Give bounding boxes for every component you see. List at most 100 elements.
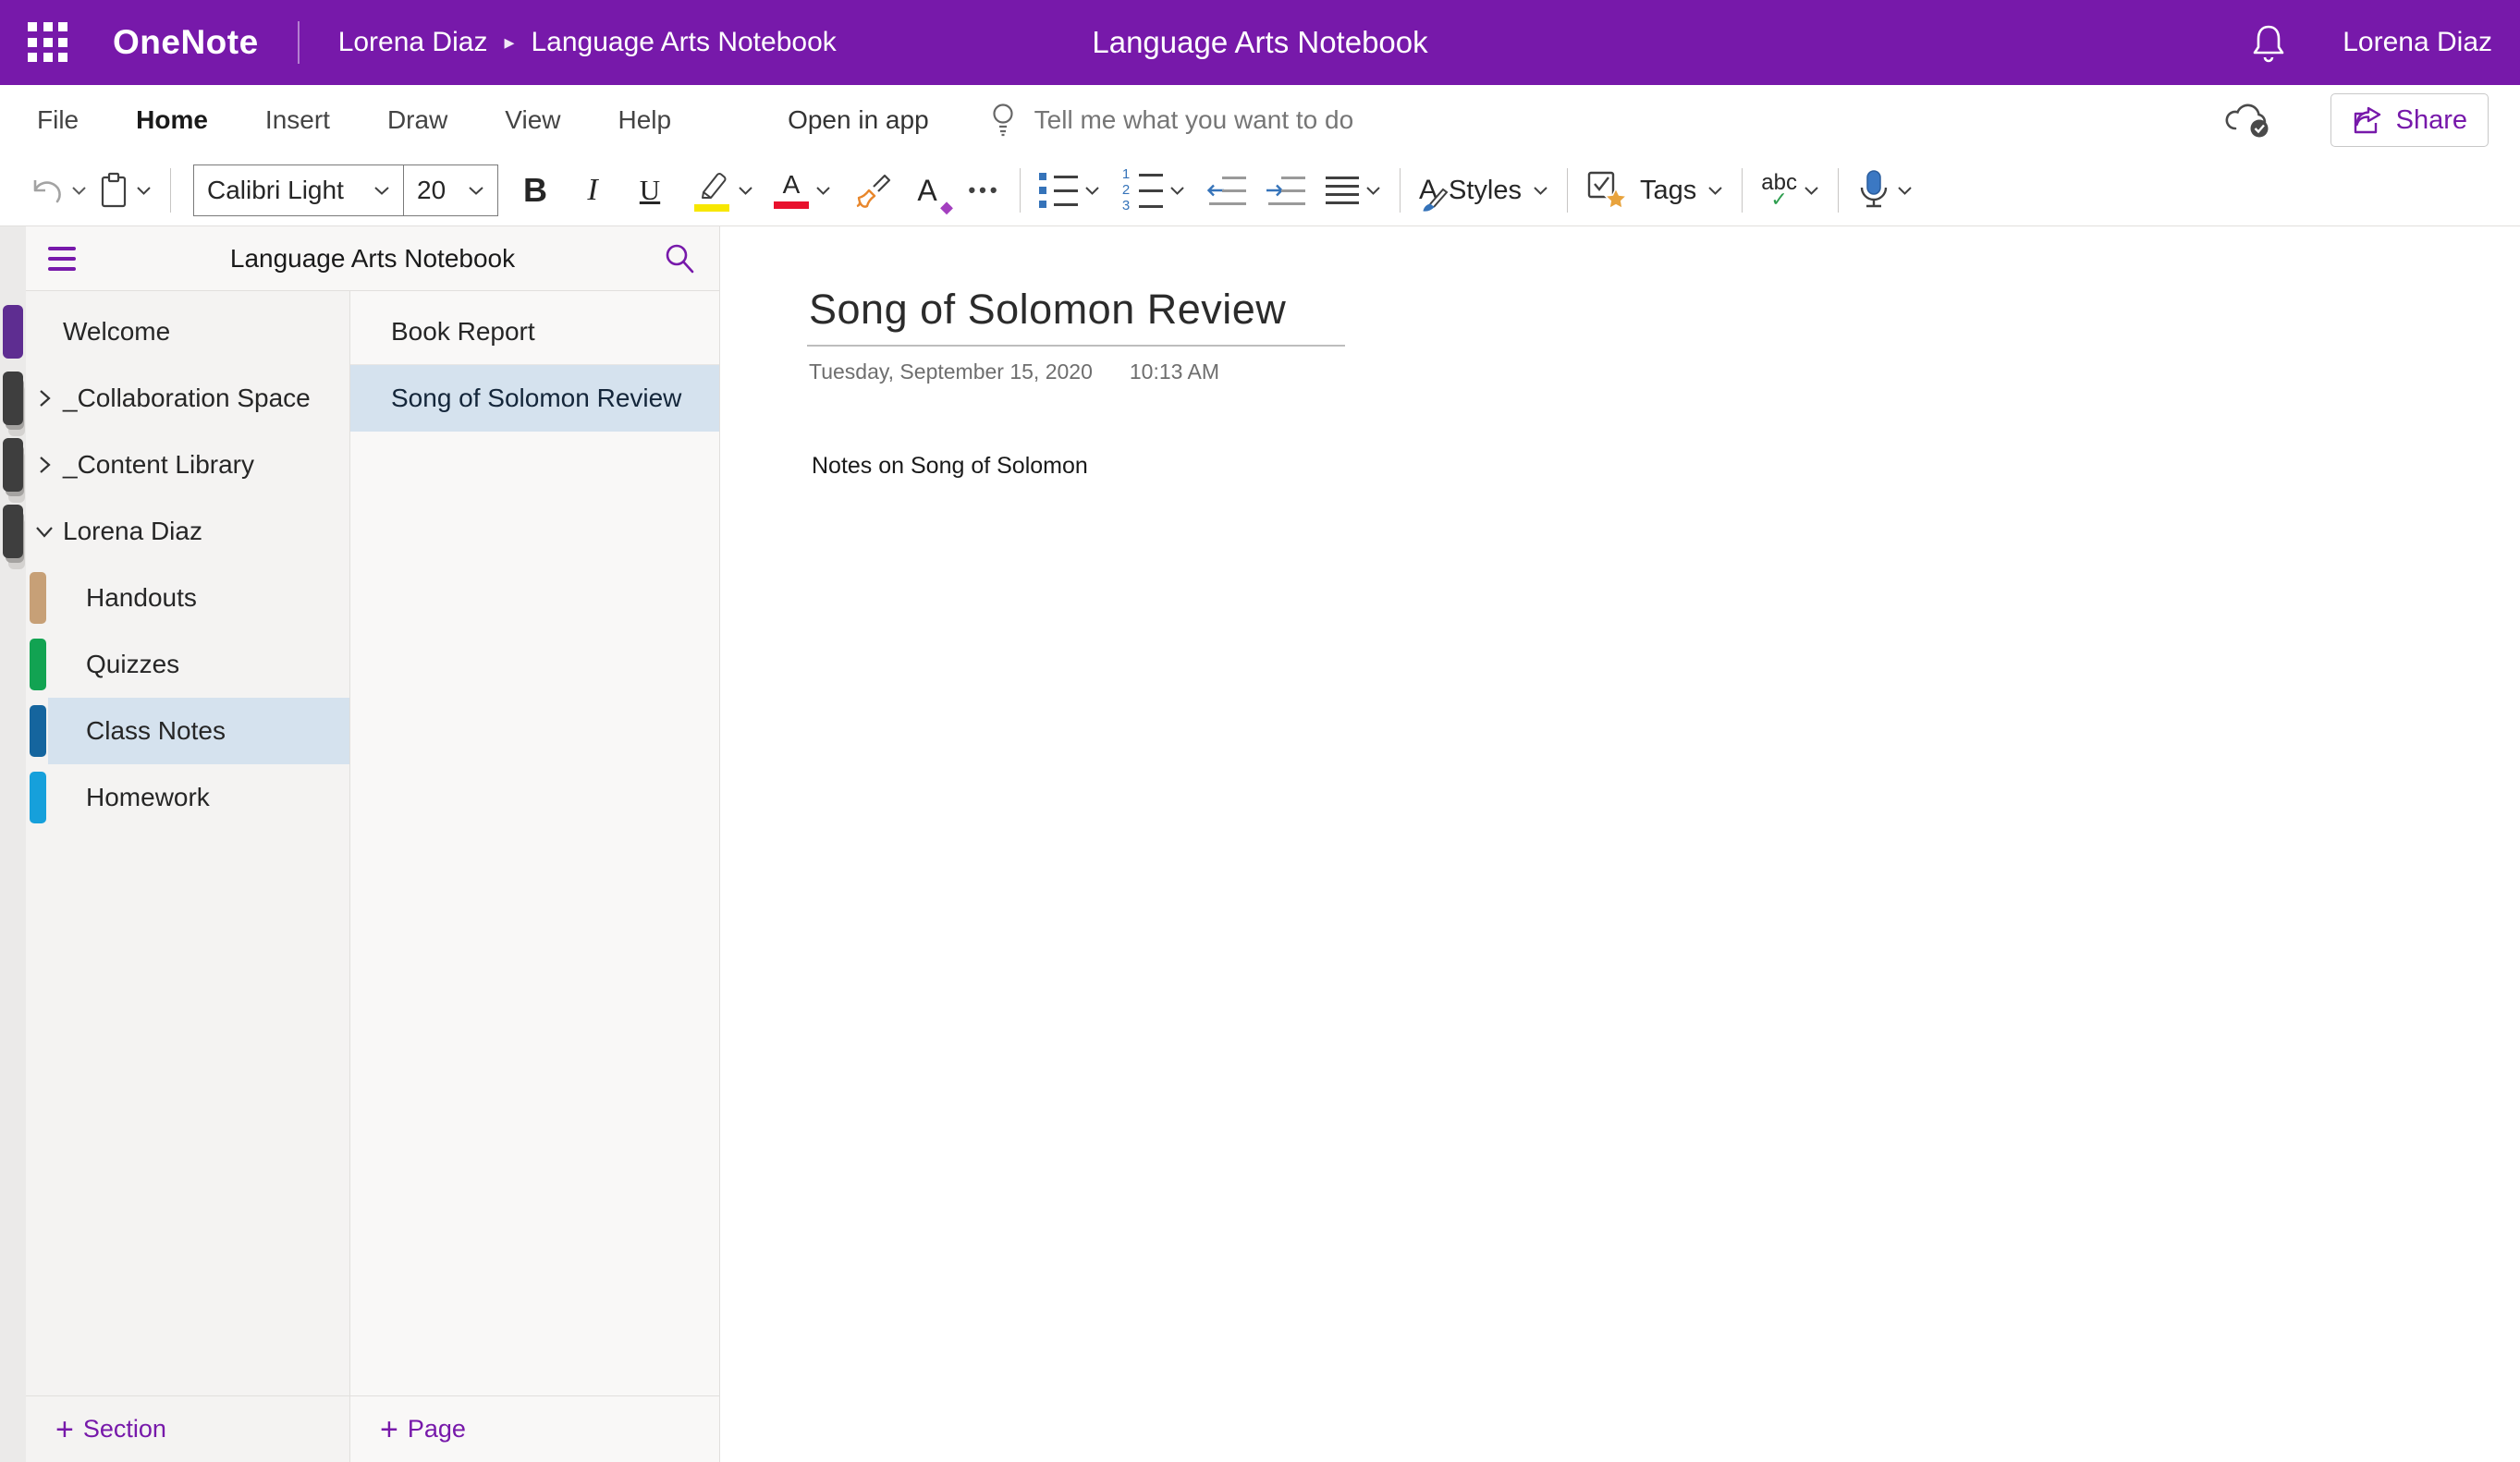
tags-button[interactable]: Tags — [1581, 162, 1729, 219]
tags-label: Tags — [1640, 176, 1696, 206]
menu-help[interactable]: Help — [618, 105, 671, 135]
highlighter-icon — [692, 170, 731, 212]
page-item-song-of-solomon-review[interactable]: Song of Solomon Review — [350, 365, 719, 432]
font-size-value: 20 — [417, 176, 446, 205]
section-item-quizzes[interactable]: Quizzes — [26, 631, 349, 698]
more-formatting-button[interactable]: ••• — [962, 162, 1007, 219]
spell-check-button[interactable]: abc ✓ — [1755, 162, 1825, 219]
page-body-text[interactable]: Notes on Song of Solomon — [807, 453, 2520, 480]
share-button[interactable]: Share — [2330, 93, 2489, 147]
alignment-chevron-icon[interactable] — [1365, 186, 1381, 196]
app-name[interactable]: OneNote — [113, 23, 259, 62]
notifications-bell-icon[interactable] — [2250, 22, 2287, 63]
highlighter-chevron-icon[interactable] — [738, 186, 753, 196]
breadcrumb-user[interactable]: Lorena Diaz — [338, 27, 488, 58]
page-title[interactable]: Song of Solomon Review — [807, 286, 1345, 347]
search-icon — [662, 241, 697, 276]
welcome-section-tab[interactable] — [3, 305, 23, 359]
add-page-button[interactable]: + Page — [350, 1395, 719, 1462]
section-group-collaboration-space[interactable]: _Collaboration Space — [26, 365, 349, 432]
tags-icon — [1586, 170, 1629, 211]
section-group-content-library[interactable]: _Content Library — [26, 432, 349, 498]
styles-label: Styles — [1449, 176, 1522, 206]
font-color-button[interactable]: A — [768, 162, 837, 219]
tell-me-search[interactable]: Tell me what you want to do — [988, 102, 1354, 139]
styles-chevron-icon[interactable] — [1533, 186, 1548, 196]
styles-button[interactable]: A Styles — [1413, 162, 1554, 219]
decrease-indent-button[interactable] — [1200, 162, 1252, 219]
share-label: Share — [2396, 105, 2467, 136]
italic-button[interactable]: I — [570, 162, 615, 219]
content-library-group-tab[interactable] — [3, 438, 23, 492]
font-color-bar — [774, 201, 809, 209]
toolbar-divider — [1400, 168, 1401, 213]
add-section-button[interactable]: + Section — [26, 1395, 349, 1462]
share-icon — [2352, 105, 2383, 135]
clear-formatting-diamond-icon: ◆ — [940, 198, 953, 217]
bold-glyph: B — [523, 171, 547, 210]
menu-home[interactable]: Home — [136, 105, 208, 135]
main-area: Language Arts Notebook Welcome — [0, 226, 2520, 1462]
undo-button[interactable] — [24, 162, 92, 219]
navigation-sidebar: Language Arts Notebook Welcome — [26, 226, 720, 1462]
spell-check-chevron-icon[interactable] — [1804, 186, 1819, 196]
pages-column: Book Report Song of Solomon Review + Pag… — [349, 291, 719, 1462]
font-color-chevron-icon[interactable] — [815, 186, 831, 196]
paste-dropdown-chevron-icon[interactable] — [136, 186, 152, 196]
breadcrumb-notebook[interactable]: Language Arts Notebook — [532, 27, 837, 58]
chevron-right-icon[interactable] — [26, 388, 63, 408]
bulleted-list-chevron-icon[interactable] — [1084, 186, 1100, 196]
section-item-class-notes[interactable]: Class Notes — [26, 698, 349, 764]
highlight-color-bar — [694, 204, 729, 212]
chevron-down-icon[interactable] — [26, 525, 63, 539]
lorena-diaz-group-tab[interactable] — [3, 505, 23, 558]
numbered-list-button[interactable]: 1 2 3 — [1115, 162, 1191, 219]
numbered-list-chevron-icon[interactable] — [1169, 186, 1185, 196]
menubar-right-group: Share — [2223, 93, 2489, 147]
section-group-lorena-diaz[interactable]: Lorena Diaz — [26, 498, 349, 565]
ellipsis-icon: ••• — [968, 178, 1000, 202]
alignment-button[interactable] — [1320, 162, 1387, 219]
sync-status-cloud-icon — [2223, 100, 2279, 140]
paste-button[interactable] — [92, 162, 157, 219]
increase-indent-button[interactable] — [1259, 162, 1311, 219]
open-in-app-button[interactable]: Open in app — [788, 105, 929, 135]
font-name-chevron-icon — [373, 186, 390, 196]
italic-glyph: I — [587, 173, 597, 208]
hamburger-menu-icon[interactable] — [48, 247, 76, 271]
page-item-book-report[interactable]: Book Report — [350, 298, 719, 365]
highlighter-button[interactable] — [687, 162, 759, 219]
collaboration-space-group-tab[interactable] — [3, 372, 23, 425]
bold-button[interactable]: B — [513, 162, 557, 219]
app-launcher-waffle-icon[interactable] — [28, 22, 68, 63]
section-item-handouts[interactable]: Handouts — [26, 565, 349, 631]
chevron-right-icon[interactable] — [26, 455, 63, 475]
section-item-welcome[interactable]: Welcome — [26, 298, 349, 365]
dictate-button[interactable] — [1852, 162, 1918, 219]
font-name-select[interactable]: Calibri Light — [193, 164, 404, 216]
underline-button[interactable]: U — [628, 162, 672, 219]
tags-chevron-icon[interactable] — [1707, 186, 1723, 196]
plus-icon: + — [380, 1416, 398, 1444]
menu-file[interactable]: File — [37, 105, 79, 135]
page-canvas[interactable]: Song of Solomon Review Tuesday, Septembe… — [720, 226, 2520, 1462]
menu-view[interactable]: View — [505, 105, 560, 135]
menu-insert[interactable]: Insert — [265, 105, 330, 135]
sections-column: Welcome _Collaboration Space — [26, 291, 349, 1462]
search-button[interactable] — [662, 241, 697, 276]
account-name[interactable]: Lorena Diaz — [2343, 27, 2492, 58]
toolbar-divider — [1020, 168, 1021, 213]
clear-formatting-button[interactable]: A ◆ — [905, 162, 949, 219]
dictate-chevron-icon[interactable] — [1897, 186, 1913, 196]
menu-draw[interactable]: Draw — [387, 105, 447, 135]
sidebar-header: Language Arts Notebook — [26, 226, 719, 291]
bulleted-list-button[interactable] — [1034, 162, 1106, 219]
sections-list: Welcome _Collaboration Space — [26, 291, 349, 1395]
format-painter-button[interactable] — [846, 162, 898, 219]
numbered-list-icon: 1 2 3 — [1120, 170, 1163, 211]
tell-me-placeholder: Tell me what you want to do — [1034, 105, 1354, 135]
quizzes-color-tab — [30, 639, 46, 690]
section-item-homework[interactable]: Homework — [26, 764, 349, 831]
undo-dropdown-chevron-icon[interactable] — [71, 186, 87, 196]
font-size-select[interactable]: 20 — [404, 164, 498, 216]
